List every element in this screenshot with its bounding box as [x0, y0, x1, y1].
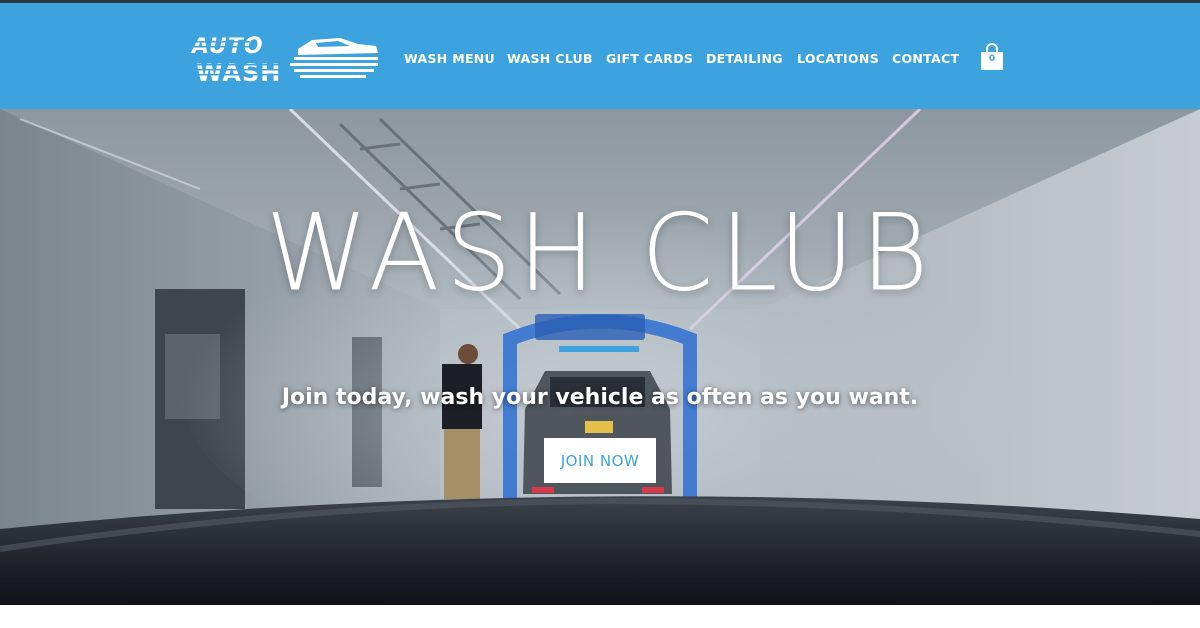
main-nav: WASH MENU WASH CLUB GIFT CARDS DETAILING…: [0, 3, 1200, 109]
hero-section: WASH CLUB Join today, wash your vehicle …: [0, 109, 1200, 605]
hero-subtitle: Join today, wash your vehicle as often a…: [281, 385, 919, 410]
cart-button[interactable]: 0: [980, 43, 1004, 71]
hero-title: WASH CLUB: [265, 190, 935, 316]
nav-wash-club[interactable]: WASH CLUB: [507, 51, 593, 66]
nav-gift-cards[interactable]: GIFT CARDS: [606, 51, 693, 66]
nav-locations[interactable]: LOCATIONS: [797, 51, 879, 66]
nav-wash-menu[interactable]: WASH MENU: [404, 51, 495, 66]
cart-count: 0: [988, 54, 996, 64]
hero-title-underline: [559, 346, 639, 352]
nav-contact[interactable]: CONTACT: [892, 51, 959, 66]
car-wash-tunnel-image: [0, 109, 1200, 605]
site-header: AUTO WASH WASH MENU WASH CLUB GIFT CARDS…: [0, 3, 1200, 109]
nav-detailing[interactable]: DETAILING: [706, 51, 783, 66]
join-now-button[interactable]: JOIN NOW: [544, 438, 656, 483]
